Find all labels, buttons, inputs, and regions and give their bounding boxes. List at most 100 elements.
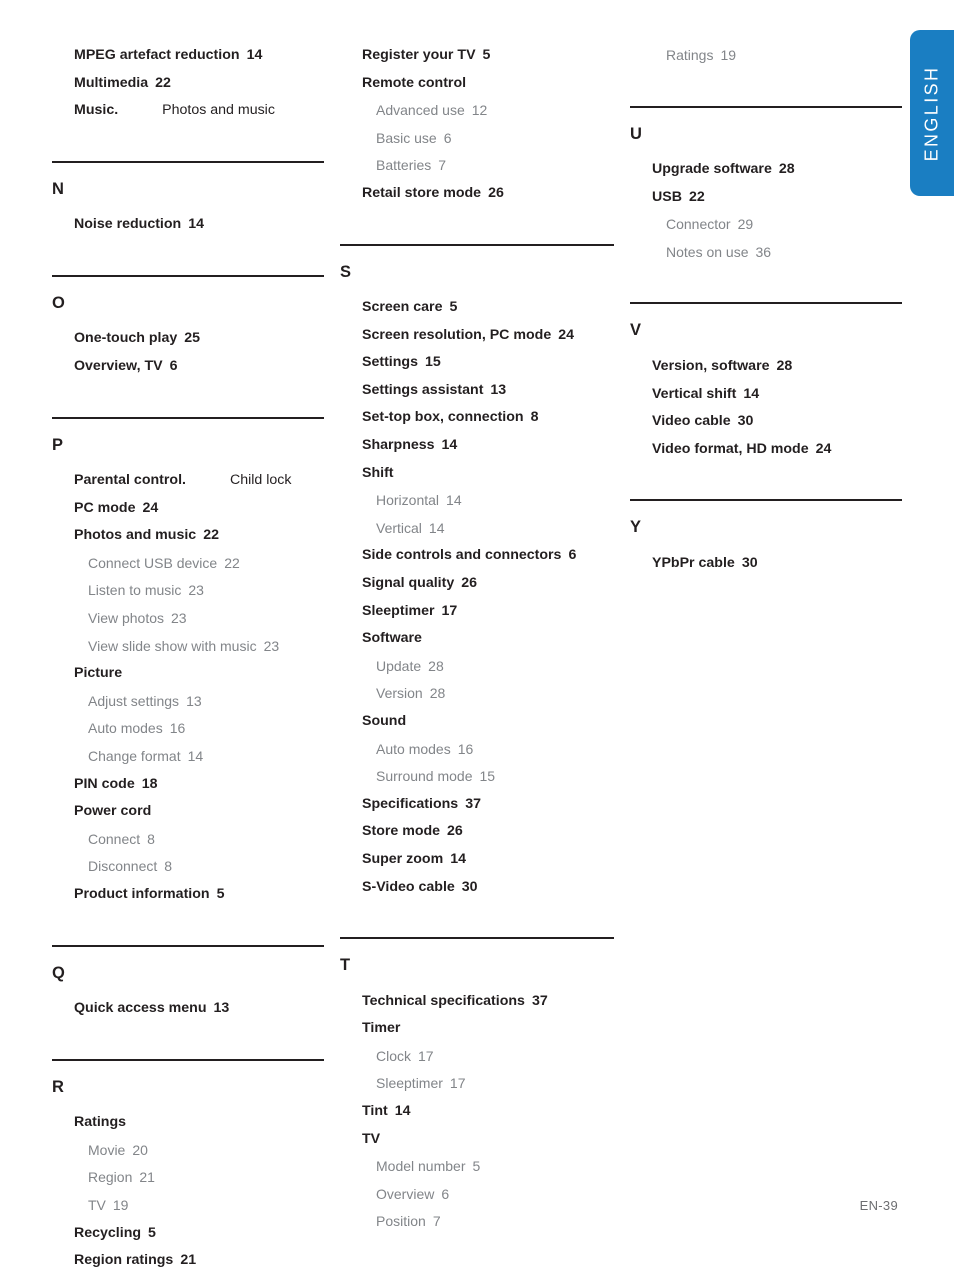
index-subentry[interactable]: Model number 5 xyxy=(340,1153,614,1181)
index-subentry[interactable]: Connector 29 xyxy=(630,211,902,239)
index-subentry[interactable]: Ratings 19 xyxy=(630,42,902,70)
index-entry[interactable]: Version, software 28 xyxy=(630,353,902,381)
index-entry-label: Listen to music xyxy=(88,582,182,599)
index-entry[interactable]: Video cable 30 xyxy=(630,408,902,436)
index-subentry[interactable]: Notes on use 36 xyxy=(630,239,902,267)
index-group-t: T Technical specifications 37 Timer Clock 17 S… xyxy=(340,923,614,1236)
index-subentry[interactable]: Auto modes 16 xyxy=(340,736,614,764)
index-entry[interactable]: Product information 5 xyxy=(52,881,324,909)
index-entry[interactable]: Technical specifications 37 xyxy=(340,988,614,1016)
index-entry-label: Basic use xyxy=(376,129,437,146)
index-entry[interactable]: Quick access menu 13 xyxy=(52,995,324,1023)
index-entry[interactable]: Overview, TV 6 xyxy=(52,353,324,381)
index-entry[interactable]: Specifications 37 xyxy=(340,791,614,819)
index-subentry[interactable]: Connect USB device 22 xyxy=(52,550,324,578)
index-entry-label: Notes on use xyxy=(666,243,749,260)
index-entry-page-number: 24 xyxy=(142,499,159,516)
index-entry-label: Movie xyxy=(88,1141,126,1158)
index-subentry[interactable]: Vertical 14 xyxy=(340,515,614,543)
index-entry[interactable]: Recycling 5 xyxy=(52,1220,324,1248)
index-entry[interactable]: Multimedia 22 xyxy=(52,70,324,98)
index-entry[interactable]: Vertical shift 14 xyxy=(630,381,902,409)
index-subentry[interactable]: Batteries 7 xyxy=(340,152,614,180)
index-entry[interactable]: Power cord xyxy=(52,798,324,826)
index-entry-label: Picture xyxy=(74,665,123,682)
index-entry[interactable]: One-touch play 25 xyxy=(52,325,324,353)
index-entry[interactable]: Store mode 26 xyxy=(340,818,614,846)
index-entry[interactable]: Side controls and connectors 6 xyxy=(340,542,614,570)
index-subentry[interactable]: Change format 14 xyxy=(52,743,324,771)
index-entry-label: Video cable xyxy=(652,413,731,430)
index-entry-cross-reference[interactable]: Child lock xyxy=(230,467,292,495)
index-entry[interactable]: Picture xyxy=(52,660,324,688)
index-subentry[interactable]: Sleeptimer 17 xyxy=(340,1070,614,1098)
index-subentry[interactable]: Basic use 6 xyxy=(340,125,614,153)
index-entry[interactable]: TV xyxy=(340,1126,614,1154)
index-subentry[interactable]: Adjust settings 13 xyxy=(52,688,324,716)
index-entry[interactable]: YPbPr cable 30 xyxy=(630,550,902,578)
index-entry-label: Software xyxy=(362,630,422,647)
index-entry[interactable]: Ratings xyxy=(52,1109,324,1137)
index-subentry[interactable]: View slide show with music 23 xyxy=(52,633,324,661)
index-letter-heading: R xyxy=(52,1077,65,1096)
index-entry-label: View photos xyxy=(88,610,165,627)
index-entry[interactable]: Register your TV 5 xyxy=(340,42,614,70)
index-entry[interactable]: S-Video cable 30 xyxy=(340,874,614,902)
index-entry[interactable]: Shift xyxy=(340,460,614,488)
index-entry[interactable]: Signal quality 26 xyxy=(340,570,614,598)
index-subentry[interactable]: Version 28 xyxy=(340,680,614,708)
index-subentry[interactable]: Clock 17 xyxy=(340,1043,614,1071)
index-entry[interactable]: Tint 14 xyxy=(340,1098,614,1126)
index-subentry[interactable]: Surround mode 15 xyxy=(340,763,614,791)
index-entry[interactable]: Sound xyxy=(340,708,614,736)
index-subentry[interactable]: Disconnect 8 xyxy=(52,853,324,881)
index-entry[interactable]: MPEG artefact reduction 14 xyxy=(52,42,324,70)
index-entry[interactable]: Photos and music 22 xyxy=(52,522,324,550)
index-entry-page-number: 23 xyxy=(171,610,187,627)
index-subentry[interactable]: Listen to music 23 xyxy=(52,577,324,605)
index-entry[interactable]: Parental control. Child lock xyxy=(52,467,324,495)
index-subentry[interactable]: Region 21 xyxy=(52,1164,324,1192)
index-entry[interactable]: Settings 15 xyxy=(340,349,614,377)
index-subentry[interactable]: Movie 20 xyxy=(52,1137,324,1165)
index-entry-label: Remote control xyxy=(362,74,467,91)
index-entry[interactable]: Music. Photos and music xyxy=(52,97,324,125)
index-entry[interactable]: Video format, HD mode 24 xyxy=(630,436,902,464)
index-subentry[interactable]: Connect 8 xyxy=(52,826,324,854)
index-entry[interactable]: Region ratings 21 xyxy=(52,1247,324,1275)
index-entry[interactable]: Sharpness 14 xyxy=(340,432,614,460)
index-entry-list: Ratings 19 xyxy=(630,42,902,70)
index-group-continued: Ratings 19 xyxy=(630,42,902,70)
index-entry-label: Sleeptimer xyxy=(362,602,435,619)
index-subentry[interactable]: Overview 6 xyxy=(340,1181,614,1209)
group-divider xyxy=(630,105,902,108)
index-subentry[interactable]: TV 19 xyxy=(52,1192,324,1220)
index-entry[interactable]: PIN code 18 xyxy=(52,771,324,799)
index-entry[interactable]: PC mode 24 xyxy=(52,495,324,523)
index-subentry[interactable]: Advanced use 12 xyxy=(340,97,614,125)
index-entry[interactable]: Set-top box, connection 8 xyxy=(340,404,614,432)
index-subentry[interactable]: Position 7 xyxy=(340,1208,614,1236)
index-entry[interactable]: Upgrade software 28 xyxy=(630,156,902,184)
index-entry-page-number: 6 xyxy=(441,1185,450,1202)
index-entry-label: Update xyxy=(376,657,422,674)
index-entry[interactable]: Timer xyxy=(340,1015,614,1043)
index-entry[interactable]: Noise reduction 14 xyxy=(52,211,324,239)
index-entry[interactable]: Settings assistant 13 xyxy=(340,377,614,405)
index-entry[interactable]: Retail store mode 26 xyxy=(340,180,614,208)
index-entry-label: S-Video cable xyxy=(362,878,455,895)
index-entry[interactable]: Screen resolution, PC mode 24 xyxy=(340,322,614,350)
index-entry-cross-reference[interactable]: Photos and music xyxy=(162,97,275,125)
index-entry[interactable]: Software xyxy=(340,625,614,653)
index-entry[interactable]: Sleeptimer 17 xyxy=(340,598,614,626)
index-subentry[interactable]: Auto modes 16 xyxy=(52,715,324,743)
group-divider xyxy=(52,274,324,277)
index-subentry[interactable]: View photos 23 xyxy=(52,605,324,633)
index-entry[interactable]: Screen care 5 xyxy=(340,294,614,322)
index-entry[interactable]: Super zoom 14 xyxy=(340,846,614,874)
index-subentry[interactable]: Update 28 xyxy=(340,653,614,681)
index-entry[interactable]: Remote control xyxy=(340,70,614,98)
index-entry[interactable]: USB 22 xyxy=(630,184,902,212)
index-entry-page-number: 14 xyxy=(188,216,204,233)
index-subentry[interactable]: Horizontal 14 xyxy=(340,487,614,515)
